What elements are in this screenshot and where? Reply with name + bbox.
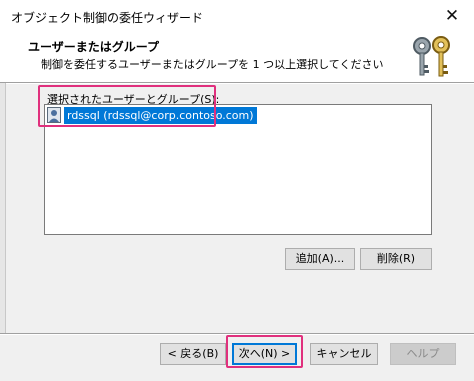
header-divider-highlight xyxy=(0,83,474,84)
highlight-annotation-next xyxy=(226,335,303,368)
highlight-annotation-list xyxy=(38,85,216,127)
keys-icon xyxy=(408,34,458,78)
page-title: ユーザーまたはグループ xyxy=(28,40,160,54)
page-subtitle: 制御を委任するユーザーまたはグループを 1 つ以上選択してください xyxy=(41,58,384,71)
remove-button[interactable]: 削除(R) xyxy=(360,248,432,270)
cancel-button[interactable]: キャンセル xyxy=(310,343,378,365)
background-window-edge xyxy=(0,83,6,333)
window-title: オブジェクト制御の委任ウィザード xyxy=(11,11,204,25)
close-button[interactable]: ✕ xyxy=(438,5,466,27)
help-button[interactable]: ヘルプ xyxy=(390,343,456,365)
back-button[interactable]: < 戻る(B) xyxy=(160,343,226,365)
add-button[interactable]: 追加(A)... xyxy=(285,248,355,270)
